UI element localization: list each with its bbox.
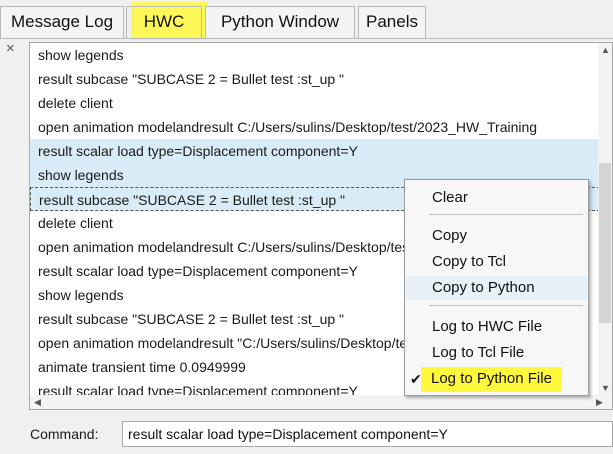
tab-message-log[interactable]: Message Log: [0, 6, 124, 38]
vertical-scroll-thumb[interactable]: [599, 163, 611, 323]
command-input[interactable]: result scalar load type=Displacement com…: [122, 421, 613, 447]
vertical-scrollbar[interactable]: ▲ ▼: [598, 43, 612, 395]
horizontal-scrollbar[interactable]: ◀ ▶: [30, 395, 612, 409]
menu-item-log-to-hwc-file[interactable]: Log to HWC File: [406, 315, 587, 339]
menu-item-copy-to-python[interactable]: Copy to Python: [406, 276, 587, 300]
context-menu: Clear Copy Copy to Tcl Copy to Python Lo…: [404, 179, 589, 396]
tab-divider: [0, 38, 613, 39]
list-item[interactable]: show legends: [30, 43, 600, 67]
list-item[interactable]: open animation modelandresult C:/Users/s…: [30, 115, 600, 139]
scroll-left-icon[interactable]: ◀: [34, 397, 41, 408]
list-item-selected[interactable]: result scalar load type=Displacement com…: [30, 139, 600, 163]
tab-python-window[interactable]: Python Window: [205, 6, 355, 38]
menu-item-copy[interactable]: Copy: [406, 224, 587, 248]
menu-item-log-to-python-file[interactable]: Log to Python File: [405, 367, 586, 391]
menu-item-copy-to-tcl[interactable]: Copy to Tcl: [406, 250, 587, 274]
menu-separator: [429, 214, 583, 215]
list-item[interactable]: delete client: [30, 91, 600, 115]
list-item[interactable]: result subcase "SUBCASE 2 = Bullet test …: [30, 67, 600, 91]
command-label: Command:: [30, 426, 99, 442]
menu-separator: [429, 305, 583, 306]
tab-panels[interactable]: Panels: [358, 6, 426, 38]
tab-hwc[interactable]: HWC: [126, 6, 202, 38]
menu-item-clear[interactable]: Clear: [406, 186, 587, 210]
tab-bar: Message Log HWC Python Window Panels: [0, 0, 613, 40]
menu-item-log-to-tcl-file[interactable]: Log to Tcl File: [406, 341, 587, 365]
scroll-up-icon[interactable]: ▲: [601, 45, 610, 55]
scroll-right-icon[interactable]: ▶: [596, 397, 603, 408]
close-icon[interactable]: ×: [6, 40, 15, 57]
scroll-down-icon[interactable]: ▼: [601, 383, 610, 393]
